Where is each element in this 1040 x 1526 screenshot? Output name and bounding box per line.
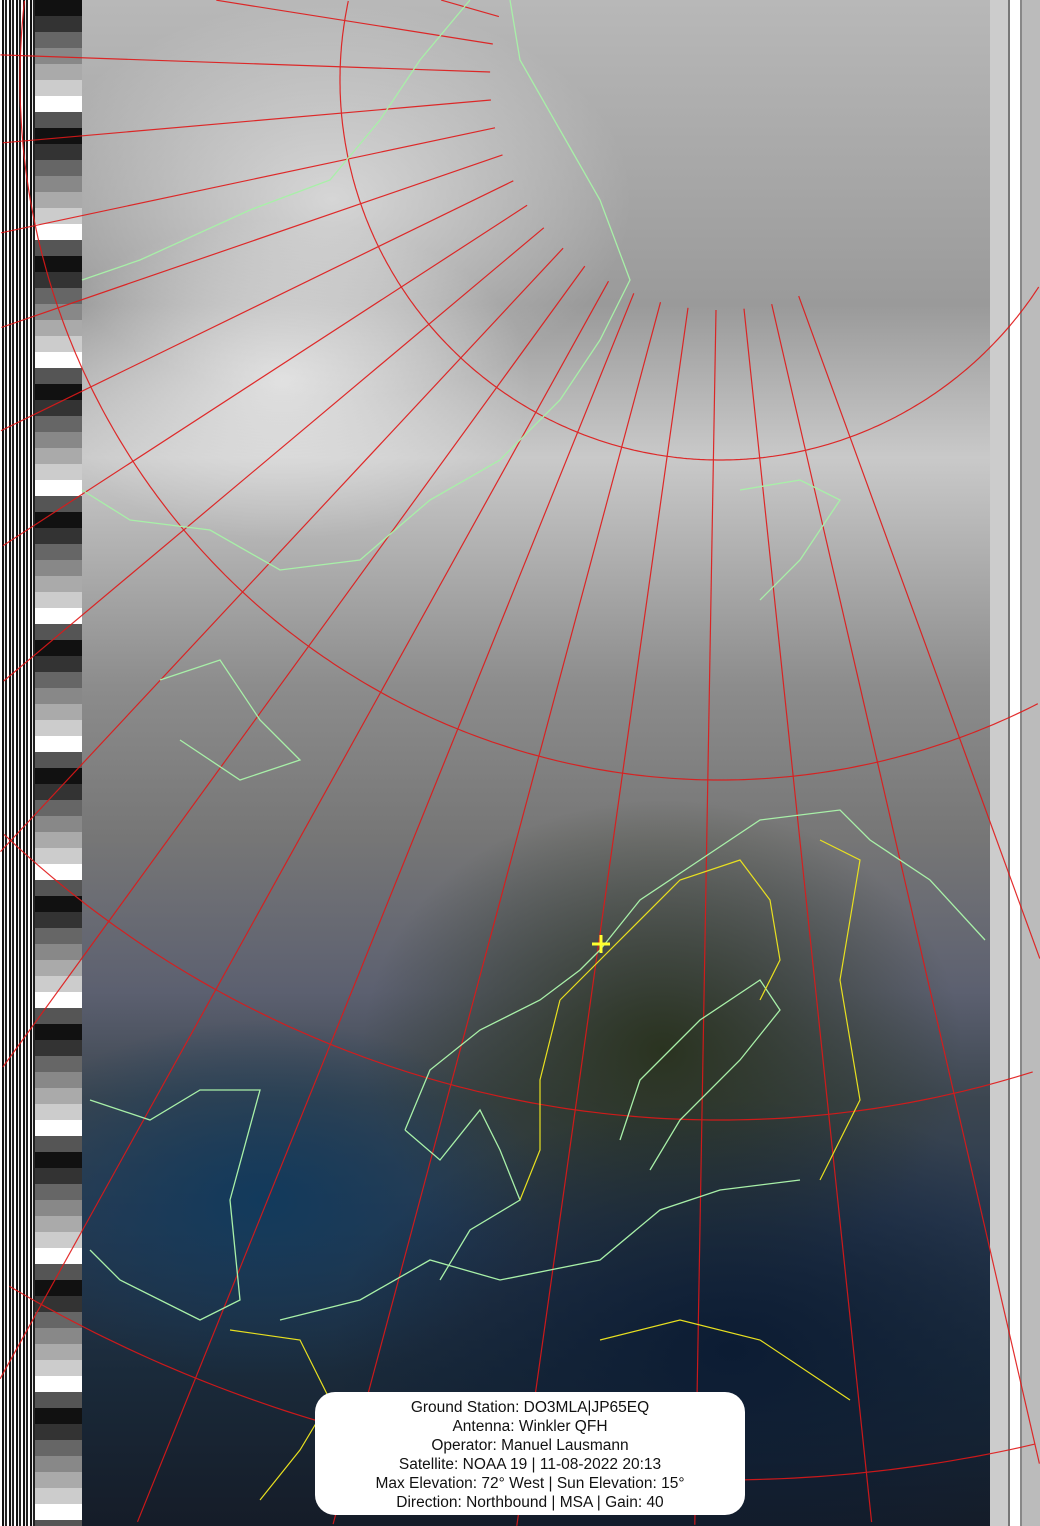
graticule bbox=[0, 0, 1040, 1526]
meridian-line bbox=[0, 180, 514, 432]
ground-station-marker-icon bbox=[592, 935, 610, 953]
direction-label: Direction: Northbound | MSA | Gain: 40 bbox=[396, 1494, 664, 1511]
satellite-label: Satellite: NOAA 19 | 11-08-2022 20:13 bbox=[398, 1456, 662, 1473]
pass-info-box: Ground Station: DO3MLA|JP65EQ Antenna: W… bbox=[315, 1392, 745, 1515]
latitude-circle bbox=[3, 833, 1033, 1121]
meridian-line bbox=[0, 280, 610, 1380]
meridian-line bbox=[694, 309, 717, 1525]
meridian-line bbox=[332, 302, 662, 1525]
map-overlay bbox=[0, 0, 1040, 1526]
meridian-line bbox=[798, 295, 1040, 959]
meridian-line bbox=[771, 303, 1040, 1464]
meridian-line bbox=[136, 293, 635, 1523]
meridian-line bbox=[2, 204, 528, 547]
antenna-label: Antenna: Winkler QFH bbox=[452, 1418, 608, 1435]
elevation-label: Max Elevation: 72° West | Sun Elevation:… bbox=[375, 1475, 685, 1492]
meridian-line bbox=[441, 0, 500, 18]
meridian-line bbox=[1, 154, 503, 328]
ground-station-label: Ground Station: DO3MLA|JP65EQ bbox=[410, 1399, 650, 1416]
meridian-line bbox=[0, 54, 491, 73]
meridian-line bbox=[0, 127, 496, 234]
meridian-line bbox=[0, 247, 564, 853]
latitude-circle bbox=[19, 0, 1039, 781]
meridian-line bbox=[3, 227, 545, 682]
operator-label: Operator: Manuel Lausmann bbox=[431, 1437, 629, 1454]
meridian-line bbox=[743, 308, 873, 1523]
meridian-line bbox=[516, 307, 689, 1526]
meridian-line bbox=[2, 99, 491, 144]
